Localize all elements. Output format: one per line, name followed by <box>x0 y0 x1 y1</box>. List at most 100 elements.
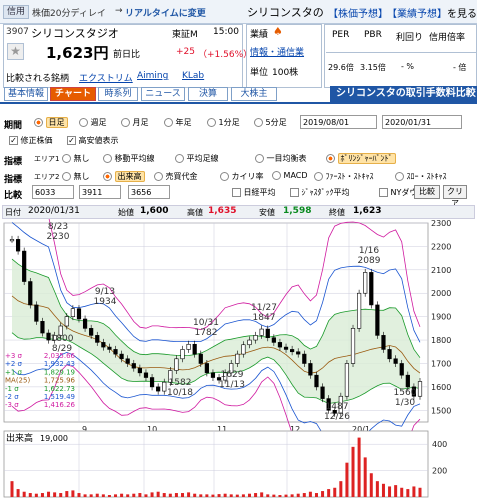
jasdaq-check[interactable]: ｼﾞｬｽﾀﾞｯｸ平均 <box>290 187 350 198</box>
clear-button[interactable]: クリア <box>443 185 467 208</box>
period-5min[interactable]: 5分足 <box>254 117 287 128</box>
compare-code-2[interactable]: 3911 <box>79 185 121 199</box>
forecast-link[interactable]: 【株価予想】 <box>328 5 388 20</box>
volume-bar <box>77 493 81 497</box>
ind1-bollinger[interactable]: ﾎﾞﾘﾝｼﾞｬｰﾊﾞﾝﾄﾞ <box>326 153 396 164</box>
volume-bar <box>65 491 69 497</box>
ind2-macd[interactable]: MACD <box>272 171 308 180</box>
volume-bar <box>95 493 99 497</box>
volume-bar <box>278 495 282 497</box>
ind2-macd-label: MACD <box>283 171 308 180</box>
volume-bar <box>156 491 160 497</box>
ind2-turnover[interactable]: 売買代金 <box>154 171 198 182</box>
tab-timeseries[interactable]: 時系列 <box>98 87 138 101</box>
radio-ind2-volume[interactable] <box>103 172 112 181</box>
annotation-top: 1629 <box>221 370 244 380</box>
period-1min[interactable]: 1分足 <box>207 117 240 128</box>
volume-bar <box>83 494 87 497</box>
ind1-avg[interactable]: 平均足線 <box>175 153 219 164</box>
radio-ind1-none[interactable] <box>62 154 71 163</box>
date-to-input[interactable]: 2020/01/31 <box>382 115 462 129</box>
unit-value: 100株 <box>272 68 299 78</box>
compare-button[interactable]: 比較 <box>414 185 440 199</box>
radio-1min[interactable] <box>207 118 216 127</box>
compare-code-3[interactable]: 3656 <box>128 185 170 199</box>
ind2-none[interactable]: 無し <box>62 171 90 182</box>
radio-ind2-turnover[interactable] <box>154 172 163 181</box>
radio-ind1-ma[interactable] <box>103 154 112 163</box>
ind1-ichimoku-label: 一目均衡表 <box>266 154 307 163</box>
radio-ind1-bollinger[interactable] <box>326 154 335 163</box>
radio-ind1-avg[interactable] <box>175 154 184 163</box>
radio-ind2-macd[interactable] <box>272 171 281 180</box>
volume-bar <box>284 494 288 497</box>
adjusted-price-check[interactable]: ✓ 修正株価 <box>9 135 53 146</box>
indicator2-label: 指標 <box>4 175 23 185</box>
adjusted-price-label: 修正株価 <box>20 136 53 145</box>
pbr-value: 3.15倍 <box>360 63 386 72</box>
candle-body <box>95 335 100 343</box>
period-weekly[interactable]: 週足 <box>79 117 107 128</box>
fee-banner[interactable]: シリコンスタの取引手数料比較 <box>330 86 477 103</box>
nydow-checkbox[interactable] <box>379 188 388 197</box>
tab-earnings[interactable]: 決算 <box>188 87 228 101</box>
tab-chart[interactable]: チャート <box>50 87 96 101</box>
period-yearly[interactable]: 年足 <box>164 117 192 128</box>
volume-bar <box>290 494 294 497</box>
volume-bar <box>168 493 172 497</box>
candle-body <box>363 272 368 294</box>
y-tick-label: 1900 <box>431 313 451 322</box>
peer-link-1[interactable]: エクストリム <box>79 71 133 84</box>
candle-body <box>302 353 307 364</box>
realtime-link[interactable]: リアルタイムに変更 <box>125 6 206 19</box>
ind1-none[interactable]: 無し <box>62 153 90 164</box>
compare-code-1[interactable]: 6033 <box>32 185 74 199</box>
tab-news[interactable]: ニュース <box>141 87 185 101</box>
radio-weekly[interactable] <box>79 118 88 127</box>
ind2-fast-stoch[interactable]: ﾌｧｰｽﾄ・ｽﾄｷｬｽ <box>314 171 374 182</box>
market-name: 東証M <box>172 30 198 40</box>
radio-ind2-fast-stoch[interactable] <box>314 172 323 181</box>
star-icon[interactable]: ★ <box>7 43 24 60</box>
radio-yearly[interactable] <box>164 118 173 127</box>
candle-body <box>198 353 203 364</box>
candle-body <box>119 353 124 360</box>
period-monthly[interactable]: 月足 <box>121 117 149 128</box>
period-weekly-label: 週足 <box>90 118 107 127</box>
ind2-slow-stoch[interactable]: ｽﾛｰ・ｽﾄｷｬｽ <box>395 171 447 182</box>
earnings-link[interactable]: 【業績予想】 <box>387 5 447 20</box>
radio-monthly[interactable] <box>121 118 130 127</box>
jasdaq-checkbox[interactable] <box>290 188 299 197</box>
annotation-bottom: 10/18 <box>167 388 193 398</box>
legend-label: MA(25) <box>5 377 30 385</box>
nikkei-check[interactable]: 日経平均 <box>232 187 276 198</box>
radio-ind2-deviation[interactable] <box>220 172 229 181</box>
radio-ind2-none[interactable] <box>62 172 71 181</box>
annotation-bottom: 2089 <box>358 256 381 266</box>
period-daily[interactable]: 日足 <box>34 117 68 128</box>
ohlc-date-label: 日付 <box>5 208 21 217</box>
ind1-ma[interactable]: 移動平均線 <box>103 153 155 164</box>
tab-basic[interactable]: 基本情報 <box>4 87 48 101</box>
peer-link-2[interactable]: Aiming <box>137 71 168 81</box>
open-label: 始値 <box>118 208 134 217</box>
radio-daily[interactable] <box>34 118 43 127</box>
radio-5min[interactable] <box>254 118 263 127</box>
tab-shareholders[interactable]: 大株主 <box>231 87 277 101</box>
peer-link-3[interactable]: KLab <box>182 71 204 81</box>
margin-ratio-header: 信用倍率 <box>429 33 466 43</box>
radio-ind1-ichimoku[interactable] <box>255 154 264 163</box>
ind2-deviation[interactable]: カイリ率 <box>220 171 264 182</box>
ind2-volume[interactable]: 出来高 <box>103 171 145 182</box>
candle-body <box>381 335 386 350</box>
y-tick-label: 2200 <box>431 242 451 251</box>
radio-ind2-slow-stoch[interactable] <box>395 172 404 181</box>
adjusted-price-checkbox[interactable]: ✓ <box>9 136 18 145</box>
high-low-checkbox[interactable]: ✓ <box>67 136 76 145</box>
date-from-input[interactable]: 2019/08/01 <box>300 115 377 129</box>
ind1-ichimoku[interactable]: 一目均衡表 <box>255 153 307 164</box>
nydow-check[interactable]: NYダウ <box>379 187 417 198</box>
sector-link[interactable]: 情報・通信業 <box>250 45 304 58</box>
high-low-check[interactable]: ✓ 高安値表示 <box>67 135 119 146</box>
nikkei-checkbox[interactable] <box>232 188 241 197</box>
